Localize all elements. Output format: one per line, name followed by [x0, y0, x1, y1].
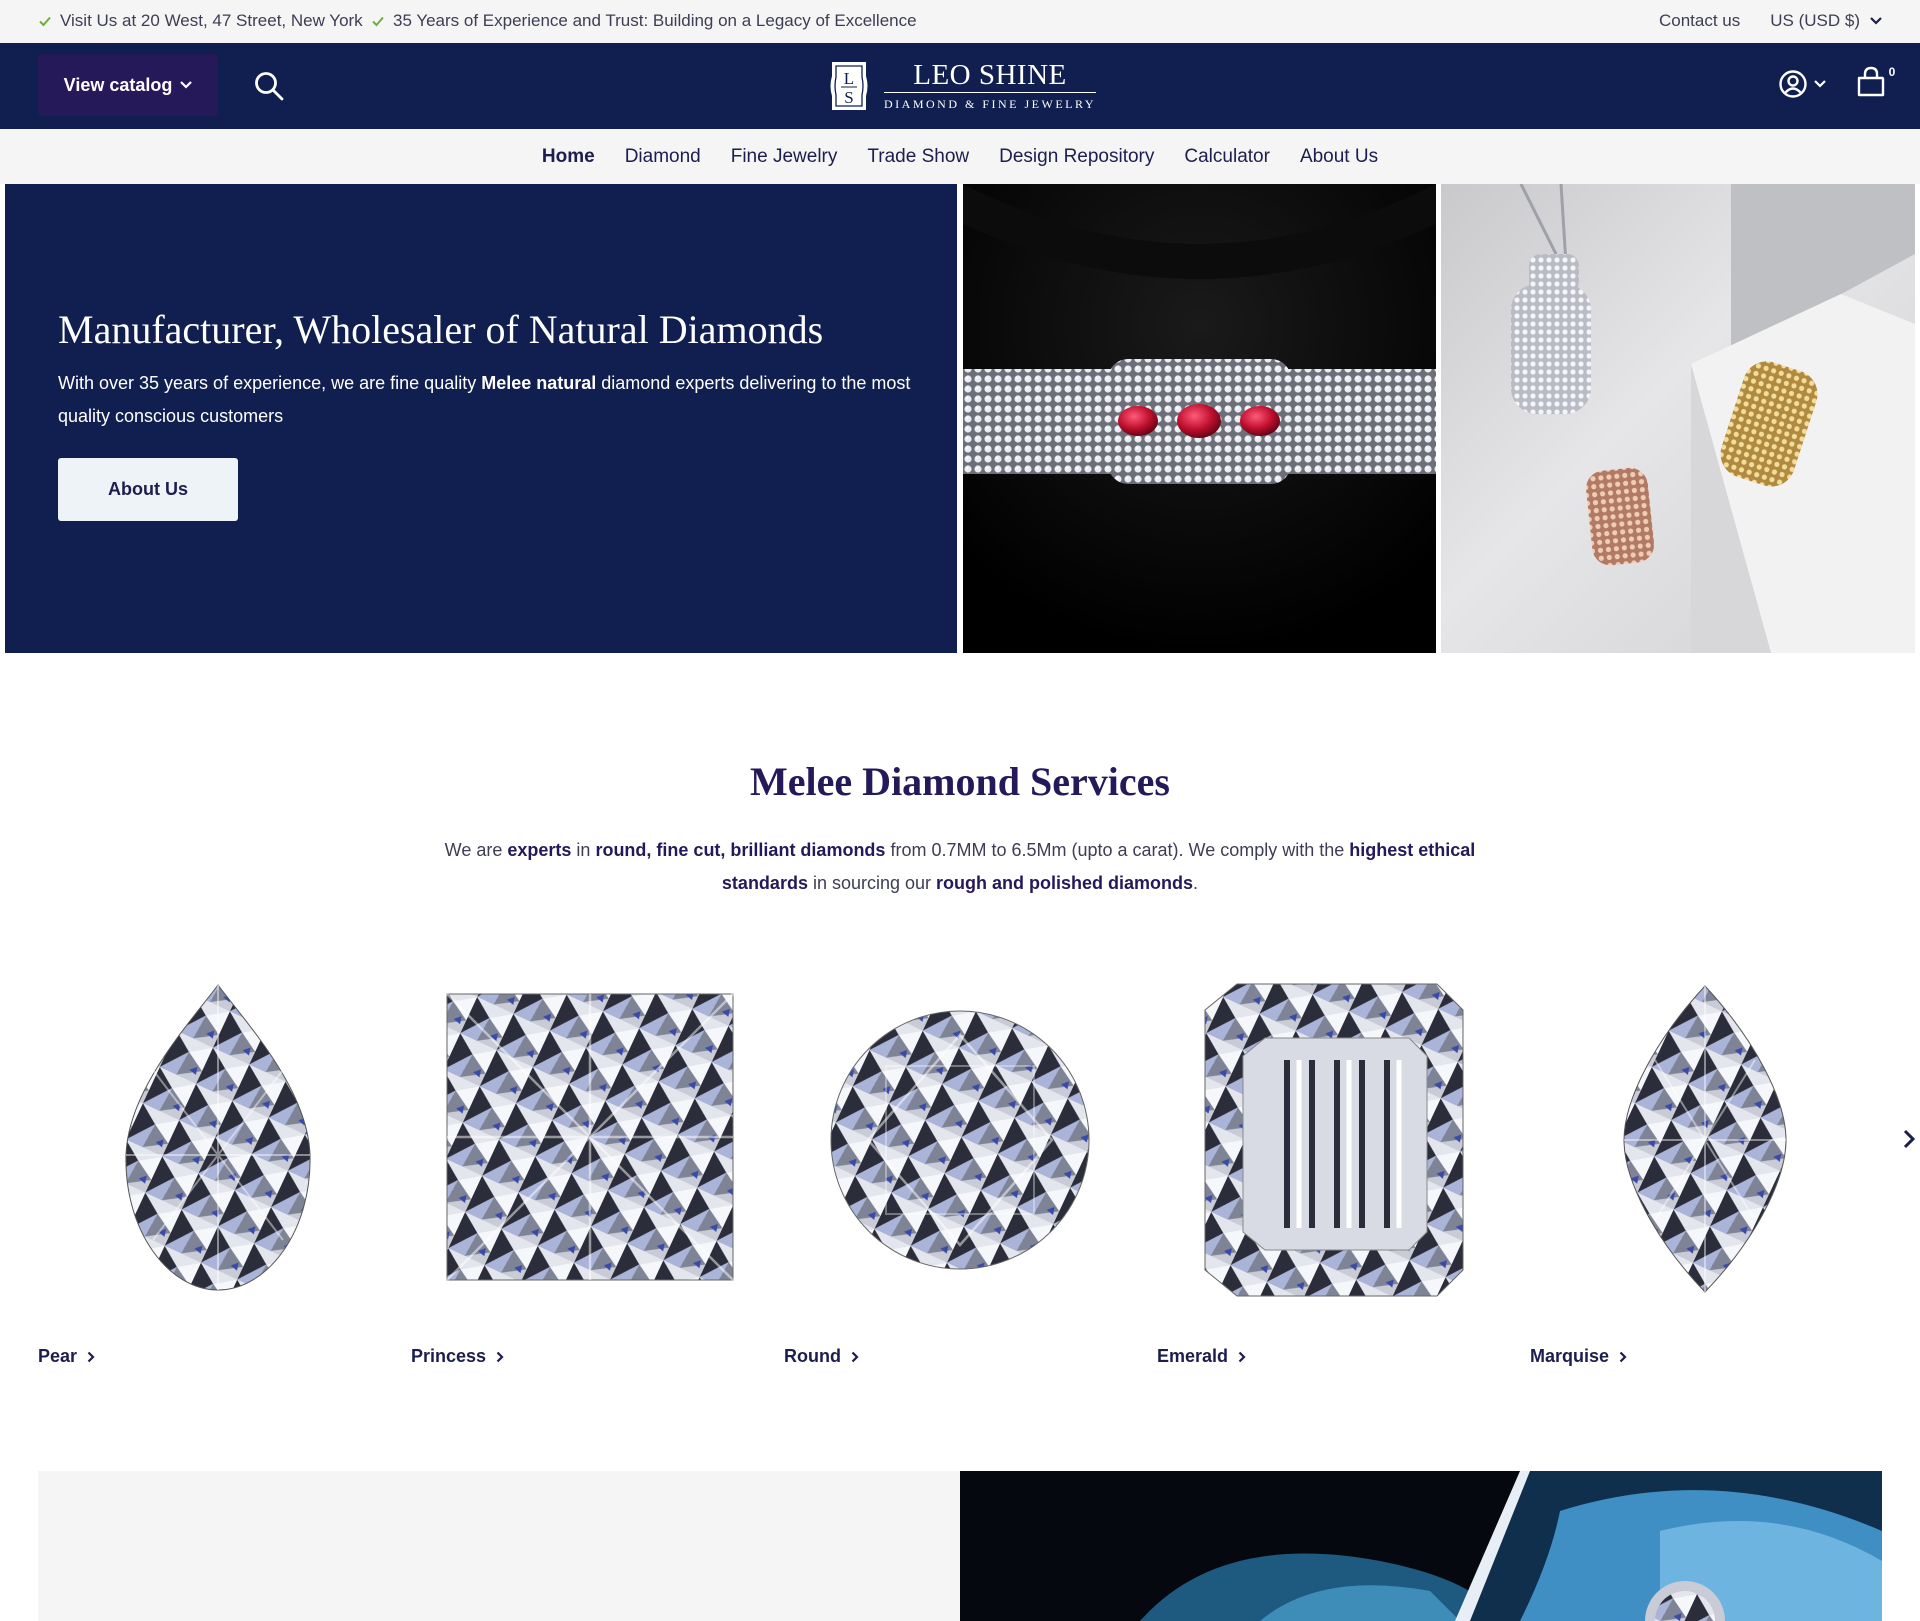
nav-item-home[interactable]: Home: [527, 146, 610, 168]
hero-description: With over 35 years of experience, we are…: [58, 367, 918, 433]
shape-link-emerald[interactable]: Emerald: [1157, 1346, 1246, 1367]
announcement-item: 35 Years of Experience and Trust: Buildi…: [371, 11, 917, 31]
nav-item-design-repository[interactable]: Design Repository: [984, 146, 1169, 168]
services-description: We are experts in round, fine cut, brill…: [400, 834, 1520, 900]
chevron-right-icon: [87, 1351, 95, 1362]
user-icon: [1779, 70, 1807, 98]
shape-label-text: Princess: [411, 1346, 487, 1366]
announcement-text: Visit Us at 20 West, 47 Street, New York: [60, 11, 363, 30]
logo-monogram-top: L: [844, 69, 854, 88]
shape-link-pear[interactable]: Pear: [38, 1346, 95, 1367]
account-menu[interactable]: [1778, 69, 1826, 99]
announcement-bar: Visit Us at 20 West, 47 Street, New York…: [0, 0, 1920, 43]
site-logo[interactable]: L S LEO SHINE DIAMOND & FINE JEWELRY: [828, 57, 1098, 115]
announcement-item: Visit Us at 20 West, 47 Street, New York: [38, 11, 363, 31]
nav-item-diamond[interactable]: Diamond: [610, 146, 716, 168]
services-text-part: .: [1193, 873, 1199, 893]
emerald-diamond-icon: [1204, 983, 1464, 1297]
main-navigation: Home Diamond Fine Jewelry Trade Show Des…: [0, 129, 1920, 184]
services-text-part: We are: [444, 840, 508, 860]
nav-item-calculator[interactable]: Calculator: [1169, 146, 1285, 168]
shape-card-princess[interactable]: [441, 980, 741, 1300]
hero-banner: Manufacturer, Wholesaler of Natural Diam…: [5, 184, 957, 653]
feature-panel: [38, 1471, 960, 1621]
view-catalog-button[interactable]: View catalog: [38, 54, 218, 116]
hero-text-bold: Melee natural: [481, 373, 597, 393]
logo-monogram-icon: L S: [830, 62, 868, 110]
shape-link-marquise[interactable]: Marquise: [1530, 1346, 1627, 1367]
chevron-right-icon: [1619, 1351, 1627, 1362]
chevron-down-icon: [1814, 80, 1826, 88]
site-header: View catalog L S LEO SHINE DIAMOND & FIN…: [0, 43, 1920, 129]
cart-button[interactable]: 0: [1854, 62, 1902, 105]
princess-diamond-icon: [446, 993, 734, 1281]
services-text-bold: round, fine cut, brilliant diamonds: [595, 840, 886, 860]
shape-card-round[interactable]: [814, 980, 1114, 1300]
shape-card-emerald[interactable]: [1187, 980, 1487, 1300]
services-text-part: in sourcing our: [807, 873, 937, 893]
logo-monogram-bottom: S: [844, 88, 853, 107]
shape-label-text: Round: [784, 1346, 841, 1366]
chevron-right-icon: [851, 1351, 859, 1362]
hero-title: Manufacturer, Wholesaler of Natural Diam…: [58, 307, 824, 352]
diamond-on-satin-image: [960, 1471, 1882, 1621]
hero-about-us-button[interactable]: About Us: [58, 458, 238, 521]
nav-item-trade-show[interactable]: Trade Show: [852, 146, 984, 168]
cart-count-badge: 0: [1882, 62, 1902, 82]
ruby-diamond-choker-image: [963, 184, 1436, 653]
announcement-text: 35 Years of Experience and Trust: Buildi…: [393, 11, 917, 30]
chevron-down-icon: [180, 81, 193, 89]
services-text-bold: experts: [507, 840, 572, 860]
chevron-down-icon: [1870, 17, 1882, 25]
services-text-bold: rough and polished diamonds: [936, 873, 1194, 893]
logo-brand: LEO SHINE: [884, 60, 1096, 93]
chevron-right-icon: [496, 1351, 504, 1362]
shape-link-princess[interactable]: Princess: [411, 1346, 504, 1367]
services-text-part: from 0.7MM to 6.5Mm (upto a carat). We c…: [885, 840, 1350, 860]
search-icon[interactable]: [252, 69, 286, 103]
hero-text-part: With over 35 years of experience, we are…: [58, 373, 482, 393]
round-diamond-icon: [830, 1010, 1090, 1270]
marquise-diamond-icon: [1623, 985, 1787, 1293]
nav-item-about-us[interactable]: About Us: [1285, 146, 1393, 168]
chevron-right-icon: [1238, 1351, 1246, 1362]
check-icon: [39, 16, 51, 27]
logo-tagline: DIAMOND & FINE JEWELRY: [884, 97, 1096, 111]
shape-label-text: Marquise: [1530, 1346, 1610, 1366]
services-title: Melee Diamond Services: [750, 759, 1170, 804]
services-text-part: in: [571, 840, 596, 860]
shape-link-round[interactable]: Round: [784, 1346, 859, 1367]
currency-selector[interactable]: US (USD $): [1770, 11, 1882, 31]
shape-card-pear[interactable]: [68, 980, 368, 1300]
currency-label: US (USD $): [1770, 11, 1860, 30]
shape-card-marquise[interactable]: [1560, 980, 1860, 1300]
shape-label-text: Emerald: [1157, 1346, 1229, 1366]
view-catalog-label: View catalog: [63, 74, 173, 95]
contact-us-link[interactable]: Contact us: [1659, 11, 1740, 31]
nav-item-fine-jewelry[interactable]: Fine Jewelry: [716, 146, 853, 168]
check-icon: [372, 16, 384, 27]
carousel-next-icon[interactable]: [1898, 1126, 1920, 1152]
diamond-pendants-image: [1441, 184, 1915, 653]
shape-label-text: Pear: [38, 1346, 78, 1366]
pear-diamond-icon: [125, 984, 311, 1291]
